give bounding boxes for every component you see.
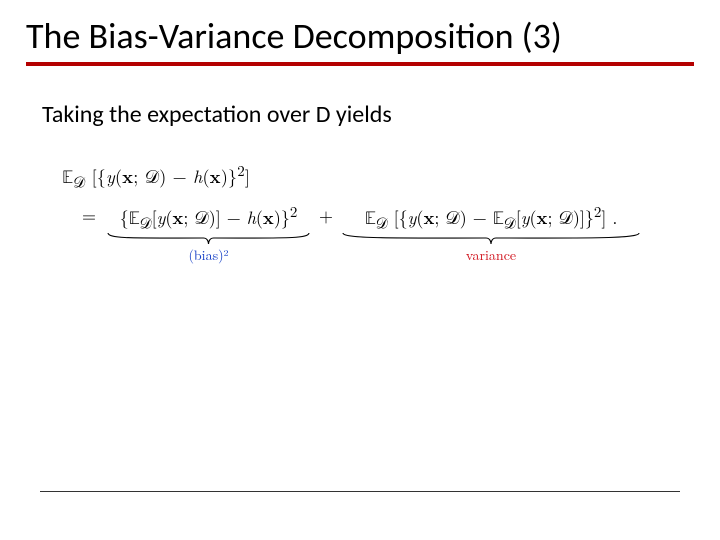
underbrace-icon	[106, 232, 311, 246]
bias-label: (bias)²	[188, 245, 228, 265]
variance-term-expr: 𝔼𝒟 [{y(x; 𝒟) − 𝔼𝒟[y(x; 𝒟)]}2] .	[365, 201, 618, 234]
equation-rhs: = {𝔼𝒟[y(x; 𝒟)] − h(x)}2 (bias)² + 𝔼𝒟 [{y…	[62, 201, 682, 266]
underbrace-icon	[341, 232, 641, 246]
body-text: Taking the expectation over D yields	[42, 100, 392, 129]
equals-sign: =	[82, 201, 96, 228]
page-title: The Bias-Variance Decomposition (3)	[26, 14, 694, 66]
plus-sign: +	[311, 201, 341, 228]
variance-label: variance	[466, 245, 516, 265]
footer-rule	[40, 491, 680, 492]
slide: The Bias-Variance Decomposition (3) Taki…	[0, 0, 720, 540]
bias-term-expr: {𝔼𝒟[y(x; 𝒟)] − h(x)}2	[120, 201, 298, 234]
equation-lhs-text: 𝔼𝒟 [{y(x; 𝒟) − h(x)}2]	[62, 164, 250, 189]
variance-term: 𝔼𝒟 [{y(x; 𝒟) − 𝔼𝒟[y(x; 𝒟)]}2] . variance	[341, 201, 641, 266]
equation-block: 𝔼𝒟 [{y(x; 𝒟) − h(x)}2] = {𝔼𝒟[y(x; 𝒟)] − …	[62, 160, 682, 265]
bias-term: {𝔼𝒟[y(x; 𝒟)] − h(x)}2 (bias)²	[106, 201, 311, 266]
equation-lhs: 𝔼𝒟 [{y(x; 𝒟) − h(x)}2]	[62, 160, 682, 193]
